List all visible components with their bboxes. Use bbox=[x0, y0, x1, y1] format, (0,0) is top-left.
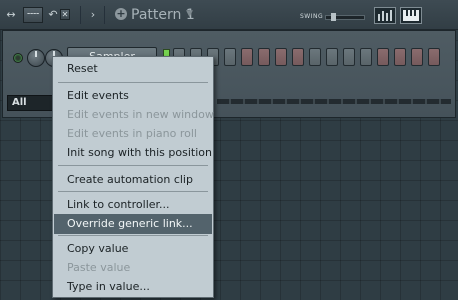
undo-icon[interactable]: ↶ bbox=[47, 8, 59, 22]
piano-keys-icon bbox=[403, 10, 419, 21]
step-button[interactable] bbox=[224, 48, 236, 66]
step-button[interactable] bbox=[292, 48, 304, 66]
chevron-down-icon[interactable]: ▼ bbox=[186, 9, 193, 19]
menu-item-create-automation-clip[interactable]: Create automation clip bbox=[54, 170, 212, 190]
chevron-right-icon[interactable]: › bbox=[88, 8, 98, 22]
step-button[interactable] bbox=[411, 48, 423, 66]
volume-knob[interactable] bbox=[27, 49, 45, 67]
channel-filter-select[interactable]: All bbox=[7, 95, 55, 111]
step-button[interactable] bbox=[309, 48, 321, 66]
swing-slider[interactable] bbox=[325, 13, 365, 21]
step-button[interactable] bbox=[428, 48, 440, 66]
menu-item-edit-events-piano-roll: Edit events in piano roll bbox=[67, 127, 197, 140]
step-button[interactable] bbox=[326, 48, 338, 66]
step-button[interactable] bbox=[360, 48, 372, 66]
menu-item-init-song-position[interactable]: Init song with this position bbox=[54, 143, 212, 163]
keyboard-view-button[interactable] bbox=[400, 7, 422, 24]
menu-separator bbox=[58, 235, 208, 236]
toolbar-divider bbox=[80, 6, 81, 24]
step-button[interactable] bbox=[258, 48, 270, 66]
graph-editor-button[interactable]: ╌╌ bbox=[23, 7, 43, 23]
bars-icon bbox=[378, 10, 392, 21]
menu-item-override-generic-link[interactable]: Override generic link... bbox=[54, 214, 212, 234]
context-menu: Reset Edit events Edit events in new windo… bbox=[52, 56, 214, 298]
close-icon: ✕ bbox=[61, 10, 69, 19]
step-button[interactable] bbox=[275, 48, 287, 66]
menu-item-link-to-controller[interactable]: Link to controller... bbox=[54, 195, 212, 215]
menu-item-edit-events-new-window: Edit events in new window bbox=[67, 108, 214, 121]
menu-item-paste-value: Paste value bbox=[67, 261, 131, 274]
resize-arrows-icon[interactable]: ↔ bbox=[4, 8, 18, 22]
menu-item-edit-events[interactable]: Edit events bbox=[54, 86, 212, 106]
step-button[interactable] bbox=[241, 48, 253, 66]
mini-step-row bbox=[217, 99, 451, 104]
step-button[interactable] bbox=[377, 48, 389, 66]
dashes-icon: ╌╌ bbox=[26, 9, 40, 20]
toolbar-divider bbox=[104, 6, 105, 24]
add-pattern-icon[interactable]: + bbox=[115, 8, 127, 20]
menu-separator bbox=[58, 165, 208, 166]
swing-label: SWING bbox=[300, 13, 324, 20]
menu-item-type-in-value[interactable]: Type in value... bbox=[54, 277, 212, 297]
menu-item-copy-value[interactable]: Copy value bbox=[54, 239, 212, 259]
graph-view-button[interactable] bbox=[374, 7, 396, 24]
menu-separator bbox=[58, 82, 208, 83]
menu-item-reset[interactable]: Reset bbox=[54, 59, 212, 79]
step-button[interactable] bbox=[343, 48, 355, 66]
step-button[interactable] bbox=[394, 48, 406, 66]
close-button[interactable]: ✕ bbox=[60, 9, 70, 20]
channel-rack-toolbar: ↔ ╌╌ ↶ ✕ › + Pattern 1 ▼ SWING bbox=[0, 0, 458, 30]
channel-mute-led[interactable] bbox=[13, 53, 23, 63]
swing-slider-thumb[interactable] bbox=[331, 13, 336, 21]
menu-separator bbox=[58, 191, 208, 192]
